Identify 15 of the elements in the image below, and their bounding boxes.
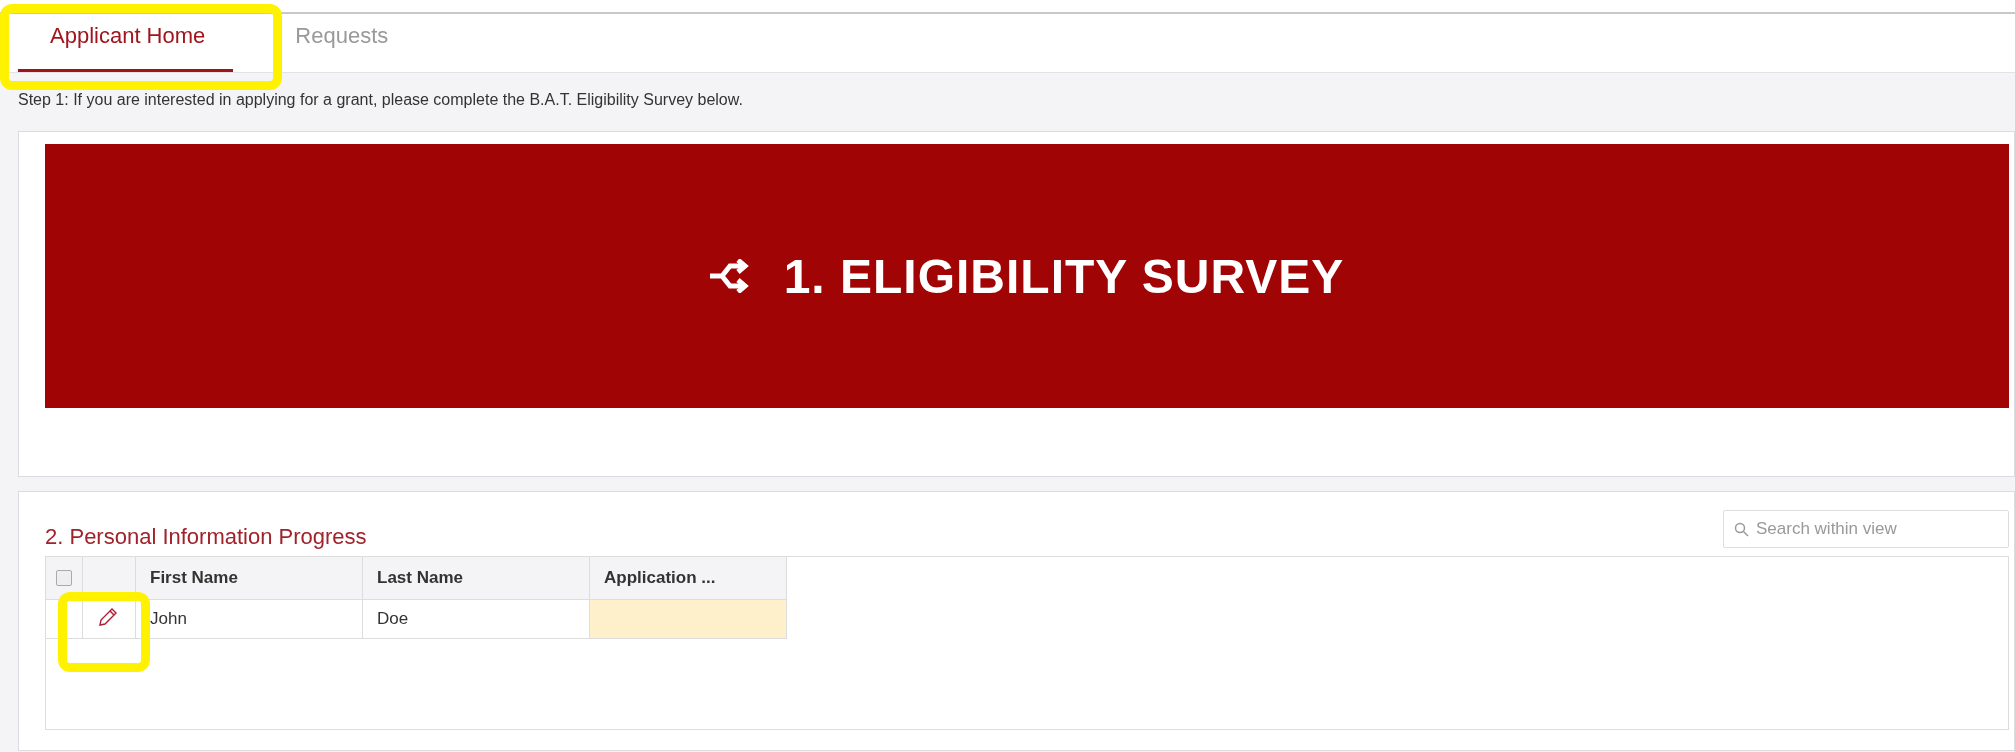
select-all-checkbox[interactable] <box>56 570 72 586</box>
table-cell: John <box>135 599 363 639</box>
search-field[interactable]: Search within view <box>1723 510 2009 548</box>
section-heading: 2. Personal Information Progress <box>45 524 367 550</box>
banner-title: 1. ELIGIBILITY SURVEY <box>783 248 1345 304</box>
instruction-text: Step 1: If you are interested in applying for a grant, please complete the B.A.T. Eligibility Survey below. <box>17 90 744 107</box>
tab[interactable]: Applicant Home <box>18 16 234 72</box>
search-icon <box>1734 522 1749 537</box>
column-header[interactable]: Application ... <box>589 557 787 600</box>
merge-arrows-icon <box>709 259 750 293</box>
table-cell: Doe <box>362 599 590 639</box>
column-header[interactable]: Last Name <box>362 557 590 600</box>
survey-banner[interactable]: 1. ELIGIBILITY SURVEY <box>45 144 2009 408</box>
column-header[interactable]: First Name <box>135 557 363 600</box>
pencil-icon[interactable] <box>97 605 119 628</box>
